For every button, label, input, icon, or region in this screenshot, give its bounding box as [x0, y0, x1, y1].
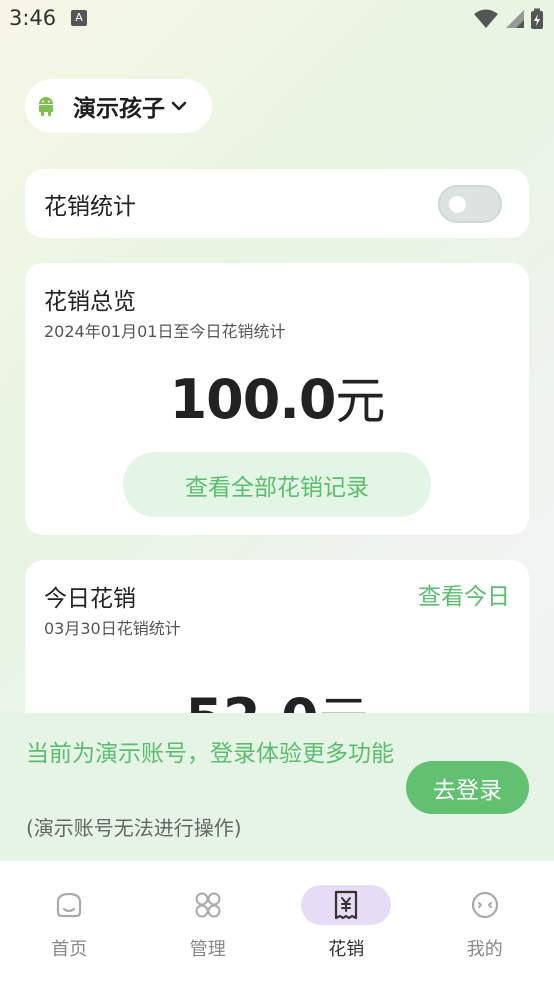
spending-overview-card: 花销总览 2024年01月01日至今日花销统计 100.0元 查看全部花销记录 — [25, 263, 529, 535]
wifi-icon — [474, 9, 498, 28]
child-name: 演示孩子 — [73, 96, 165, 122]
view-all-records-button[interactable]: 查看全部花销记录 — [123, 452, 431, 517]
tab-home-label: 首页 — [51, 939, 88, 960]
tab-spending-label: 花销 — [328, 939, 365, 960]
home-icon — [57, 892, 82, 918]
chevron-down-icon — [171, 101, 187, 111]
today-subtitle: 03月30日花销统计 — [44, 619, 181, 638]
status-time: 3:46 — [9, 6, 57, 30]
tab-profile-label: 我的 — [466, 939, 503, 960]
tab-manage-label: 管理 — [189, 939, 226, 960]
tab-profile[interactable]: 我的 — [416, 861, 554, 984]
spending-icon — [335, 890, 358, 920]
tab-home[interactable]: 首页 — [0, 861, 139, 984]
demo-message: 当前为演示账号，登录体验更多功能 — [26, 741, 394, 767]
spending-stats-card: 花销统计 — [25, 169, 529, 238]
spending-stats-toggle[interactable] — [438, 184, 502, 223]
status-bar: 3:46 A — [0, 0, 554, 38]
bottom-tab-bar: 首页 管理 花销 我的 — [0, 861, 554, 984]
overview-subtitle: 2024年01月01日至今日花销统计 — [44, 322, 286, 341]
login-button[interactable]: 去登录 — [406, 761, 529, 814]
overview-amount-unit: 元 — [335, 372, 385, 430]
overview-amount-value: 100.0 — [169, 368, 337, 431]
profile-icon — [471, 891, 498, 919]
manage-icon — [195, 892, 221, 918]
android-icon — [39, 97, 53, 116]
view-today-link[interactable]: 查看今日 — [418, 577, 510, 611]
tab-manage[interactable]: 管理 — [139, 861, 278, 984]
overview-amount: 100.0元 — [25, 361, 529, 433]
cellular-signal-icon — [506, 10, 524, 28]
toggle-knob — [449, 195, 466, 213]
tab-spending[interactable]: 花销 — [277, 861, 416, 984]
overview-title: 花销总览 — [44, 289, 136, 315]
spending-stats-label: 花销统计 — [44, 193, 136, 220]
child-selector[interactable]: 演示孩子 — [25, 79, 212, 133]
demo-account-banner: 当前为演示账号，登录体验更多功能 (演示账号无法进行操作) 去登录 — [0, 713, 554, 861]
battery-charging-icon — [531, 8, 543, 29]
today-title: 今日花销 — [44, 586, 136, 612]
demo-note: (演示账号无法进行操作) — [26, 816, 242, 840]
notification-icon: A — [71, 10, 87, 26]
